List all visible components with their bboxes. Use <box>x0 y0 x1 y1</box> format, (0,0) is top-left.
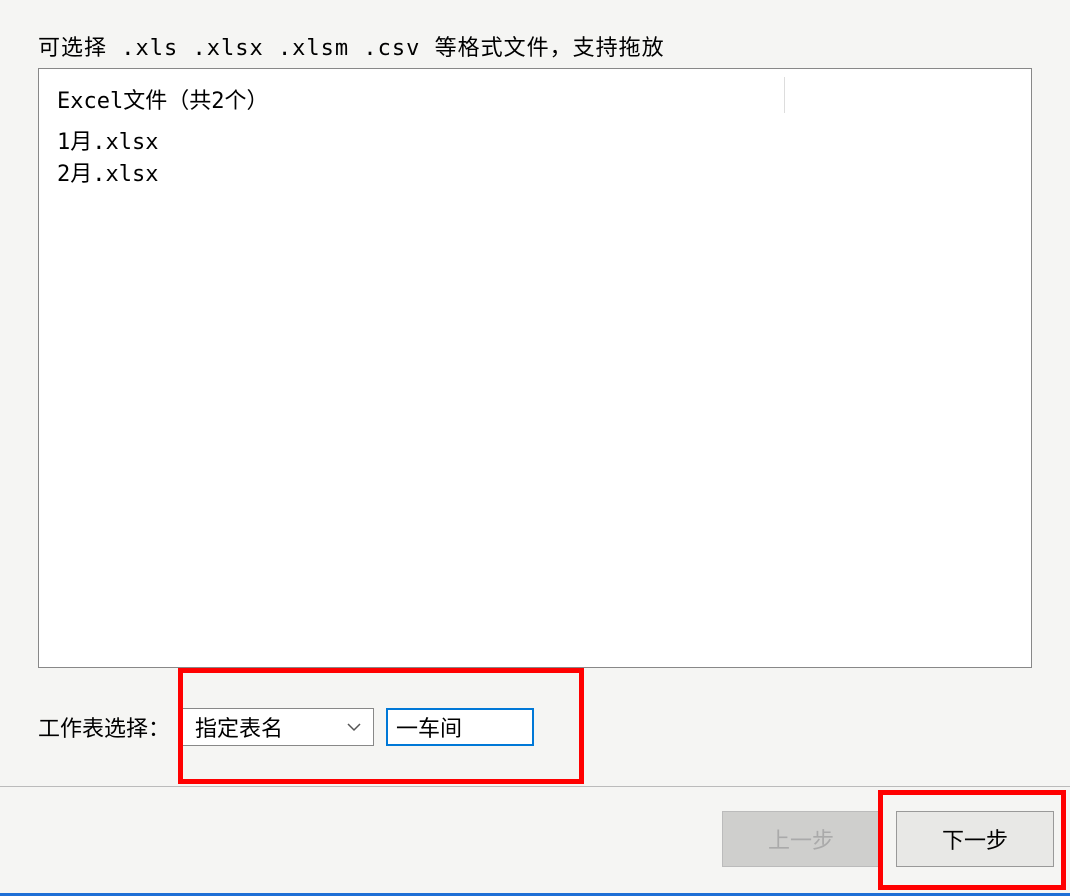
file-list-header: Excel文件（共2个） <box>57 83 761 115</box>
sheet-select-dropdown[interactable]: 指定表名 <box>182 708 374 746</box>
list-item[interactable]: 2月.xlsx <box>57 159 761 191</box>
sheet-select-label: 工作表选择： <box>38 711 170 743</box>
dropdown-value: 指定表名 <box>195 711 347 743</box>
chevron-down-icon <box>347 720 361 734</box>
sheet-name-input[interactable] <box>386 708 534 746</box>
file-list-box[interactable]: Excel文件（共2个） 1月.xlsx 2月.xlsx <box>38 68 1032 668</box>
prev-button: 上一步 <box>722 811 880 867</box>
sheet-select-row: 工作表选择： 指定表名 <box>38 708 534 746</box>
instruction-text: 可选择 .xls .xlsx .xlsm .csv 等格式文件，支持拖放 <box>38 30 665 62</box>
bottom-bar: 上一步 下一步 <box>0 786 1070 896</box>
divider <box>784 77 785 113</box>
list-item[interactable]: 1月.xlsx <box>57 127 761 159</box>
next-button[interactable]: 下一步 <box>896 811 1054 867</box>
